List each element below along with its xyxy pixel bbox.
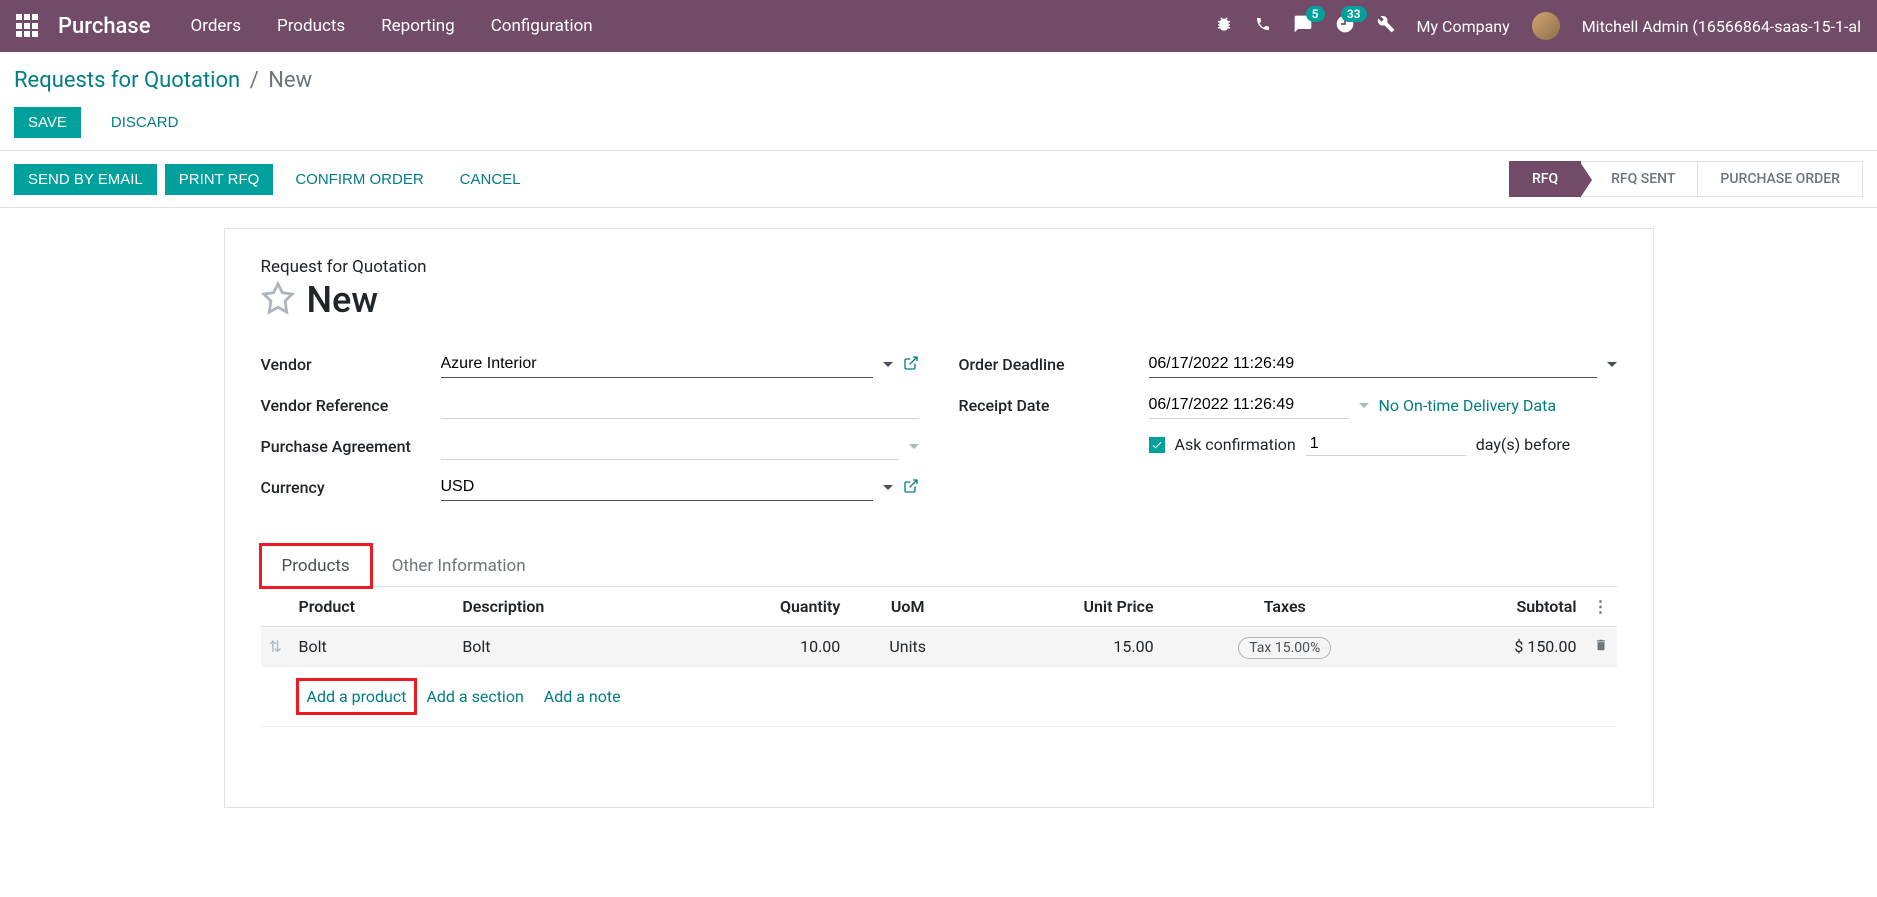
- activities-badge: 33: [1341, 6, 1367, 22]
- currency-label: Currency: [261, 478, 441, 497]
- sheet-title: New: [307, 279, 379, 321]
- stage-rfq[interactable]: RFQ: [1509, 161, 1581, 197]
- ask-confirm-label: Ask confirmation: [1175, 435, 1296, 454]
- avatar[interactable]: [1532, 12, 1560, 40]
- nav-products[interactable]: Products: [277, 16, 345, 36]
- vendor-caret-icon[interactable]: [883, 355, 893, 374]
- currency-input[interactable]: [441, 474, 873, 501]
- col-quantity: Quantity: [676, 587, 848, 627]
- status-stages: RFQ RFQ SENT PURCHASE ORDER: [1510, 161, 1863, 197]
- star-icon[interactable]: [261, 281, 295, 319]
- col-subtotal: Subtotal: [1408, 587, 1585, 627]
- breadcrumb-parent[interactable]: Requests for Quotation: [14, 68, 240, 93]
- deadline-label: Order Deadline: [959, 355, 1149, 374]
- currency-caret-icon[interactable]: [883, 478, 893, 497]
- messages-icon[interactable]: 5: [1293, 14, 1313, 38]
- cell-unit-price[interactable]: 15.00: [967, 627, 1161, 667]
- wrench-icon[interactable]: [1377, 15, 1395, 37]
- form-controls: SAVE DISCARD: [0, 103, 1877, 150]
- nav-reporting[interactable]: Reporting: [381, 16, 455, 36]
- breadcrumb: Requests for Quotation / New: [0, 52, 1877, 103]
- tab-other-information[interactable]: Other Information: [371, 545, 547, 587]
- cell-quantity[interactable]: 10.00: [676, 627, 848, 667]
- col-unit-price: Unit Price: [967, 587, 1161, 627]
- add-product-link[interactable]: Add a product: [299, 681, 415, 712]
- apps-icon[interactable]: [16, 14, 40, 38]
- breadcrumb-current: New: [268, 68, 312, 93]
- breadcrumb-sep: /: [250, 68, 259, 93]
- tabs: Products Other Information: [261, 545, 1617, 587]
- vendor-ref-input[interactable]: [441, 392, 919, 419]
- ask-confirm-days-input[interactable]: [1306, 433, 1466, 456]
- receipt-caret-icon[interactable]: [1359, 396, 1369, 415]
- column-options-icon[interactable]: ⋮: [1593, 597, 1609, 616]
- stage-purchase-order[interactable]: PURCHASE ORDER: [1697, 161, 1863, 197]
- confirm-order-button[interactable]: CONFIRM ORDER: [281, 164, 437, 195]
- messages-badge: 5: [1306, 6, 1325, 22]
- col-product: Product: [291, 587, 455, 627]
- bug-icon[interactable]: [1215, 15, 1233, 37]
- cancel-button[interactable]: CANCEL: [446, 164, 535, 195]
- user-menu[interactable]: Mitchell Admin (16566864-saas-15-1-al: [1582, 17, 1861, 36]
- phone-icon[interactable]: [1255, 16, 1271, 36]
- app-brand[interactable]: Purchase: [58, 14, 151, 39]
- currency-external-link-icon[interactable]: [903, 478, 919, 498]
- ask-confirm-checkbox[interactable]: [1149, 437, 1165, 453]
- form-sheet: Request for Quotation New Vendor: [224, 228, 1654, 808]
- cell-product[interactable]: Bolt: [291, 627, 455, 667]
- vendor-label: Vendor: [261, 355, 441, 374]
- col-uom: UoM: [848, 587, 967, 627]
- nav-configuration[interactable]: Configuration: [491, 16, 593, 36]
- vendor-input[interactable]: [441, 351, 873, 378]
- table-row[interactable]: ⇅ Bolt Bolt 10.00 Units 15.00 Tax 15.00%…: [261, 627, 1617, 667]
- cell-uom[interactable]: Units: [848, 627, 967, 667]
- cell-description[interactable]: Bolt: [454, 627, 676, 667]
- col-description: Description: [454, 587, 676, 627]
- trash-icon[interactable]: [1594, 637, 1608, 656]
- print-rfq-button[interactable]: PRINT RFQ: [165, 164, 274, 195]
- cell-tax[interactable]: Tax 15.00%: [1238, 637, 1331, 659]
- send-email-button[interactable]: SEND BY EMAIL: [14, 164, 157, 195]
- deadline-caret-icon[interactable]: [1607, 355, 1617, 374]
- agreement-caret-icon[interactable]: [909, 437, 919, 456]
- tab-products[interactable]: Products: [261, 545, 371, 587]
- statusbar: SEND BY EMAIL PRINT RFQ CONFIRM ORDER CA…: [0, 150, 1877, 208]
- agreement-input[interactable]: [441, 433, 899, 460]
- activities-icon[interactable]: 33: [1335, 14, 1355, 38]
- receipt-label: Receipt Date: [959, 396, 1149, 415]
- drag-handle-icon[interactable]: ⇅: [269, 637, 282, 656]
- vendor-external-link-icon[interactable]: [903, 355, 919, 375]
- discard-button[interactable]: DISCARD: [97, 107, 193, 138]
- agreement-label: Purchase Agreement: [261, 437, 441, 456]
- receipt-input[interactable]: [1149, 392, 1349, 419]
- vendor-ref-label: Vendor Reference: [261, 396, 441, 415]
- add-note-link[interactable]: Add a note: [544, 687, 621, 706]
- no-delivery-data-link[interactable]: No On-time Delivery Data: [1379, 396, 1557, 415]
- days-before-label: day(s) before: [1476, 435, 1570, 454]
- deadline-input[interactable]: [1149, 351, 1597, 378]
- company-selector[interactable]: My Company: [1417, 17, 1510, 36]
- col-taxes: Taxes: [1162, 587, 1408, 627]
- sheet-subtitle: Request for Quotation: [261, 257, 1617, 277]
- save-button[interactable]: SAVE: [14, 107, 81, 138]
- stage-rfq-sent[interactable]: RFQ SENT: [1580, 161, 1698, 197]
- add-section-link[interactable]: Add a section: [426, 687, 523, 706]
- cell-subtotal: $ 150.00: [1408, 627, 1585, 667]
- nav-orders[interactable]: Orders: [191, 16, 241, 36]
- product-table: Product Description Quantity UoM Unit Pr…: [261, 587, 1617, 727]
- top-navbar: Purchase Orders Products Reporting Confi…: [0, 0, 1877, 52]
